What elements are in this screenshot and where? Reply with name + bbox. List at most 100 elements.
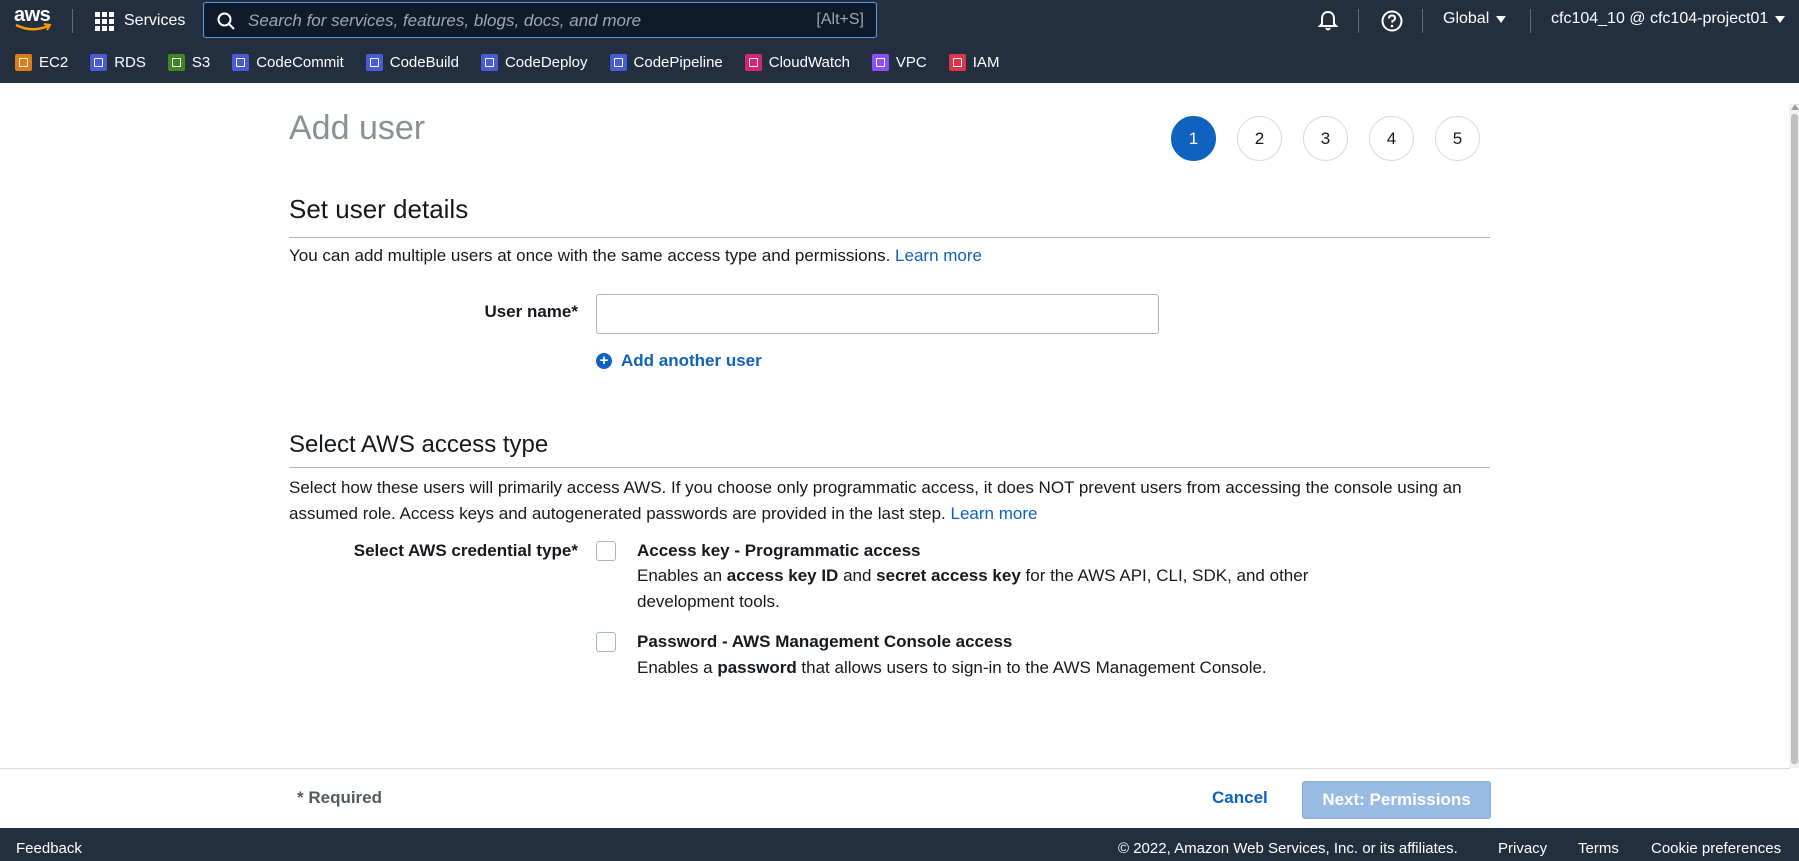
desc-bold: secret access key: [876, 566, 1021, 585]
aws-logo-text: aws: [14, 4, 51, 26]
required-note: * Required: [297, 788, 383, 807]
favorite-label: CodeBuild: [389, 53, 459, 71]
favorite-rds[interactable]: RDS: [90, 53, 146, 71]
desc-bold: access key ID: [726, 566, 839, 585]
description-text: You can add multiple users at once with …: [289, 246, 891, 265]
favorite-label: CodePipeline: [633, 53, 723, 71]
user-details-description: You can add multiple users at once with …: [289, 243, 982, 269]
access-type-description: Select how these users will primarily ac…: [289, 475, 1489, 527]
help-icon[interactable]: [1380, 9, 1404, 33]
username-input[interactable]: [596, 294, 1159, 334]
services-label: Services: [124, 12, 186, 29]
codepipeline-icon: [609, 53, 627, 71]
access-key-option-description: Enables an access key ID and secret acce…: [637, 563, 1317, 615]
favorite-ec2[interactable]: EC2: [15, 53, 69, 71]
favorite-vpc[interactable]: VPC: [871, 53, 927, 71]
aws-smile-icon: [15, 23, 52, 31]
console-footer: Feedback © 2022, Amazon Web Services, In…: [0, 828, 1799, 861]
cloudwatch-icon: [744, 53, 762, 71]
step-2[interactable]: 2: [1237, 116, 1282, 161]
section-heading-user-details: Set user details: [289, 194, 469, 224]
scroll-up-arrow-icon[interactable]: [1791, 104, 1799, 110]
add-another-user-button[interactable]: + Add another user: [596, 351, 762, 371]
terms-link[interactable]: Terms: [1578, 840, 1619, 857]
region-selector[interactable]: Global: [1443, 10, 1507, 28]
codebuild-icon: [365, 53, 383, 71]
codecommit-icon: [232, 53, 250, 71]
nav-divider: [1422, 9, 1423, 33]
favorite-label: RDS: [114, 53, 146, 71]
search-shortcut-hint: [Alt+S]: [816, 11, 864, 28]
favorite-label: CodeDeploy: [504, 53, 588, 71]
iam-icon: [948, 53, 966, 71]
region-label: Global: [1443, 10, 1490, 27]
favorite-codepipeline[interactable]: CodePipeline: [609, 53, 723, 71]
favorite-codecommit[interactable]: CodeCommit: [232, 53, 344, 71]
desc-bold: password: [717, 658, 797, 677]
credential-type-label: Select AWS credential type*: [353, 541, 578, 560]
favorites-bar: EC2 RDS S3 CodeCommit CodeBuild CodeDepl…: [0, 41, 1799, 83]
vpc-icon: [871, 53, 889, 71]
step-1[interactable]: 1: [1171, 116, 1216, 161]
rds-icon: [90, 53, 108, 71]
nav-divider: [1358, 9, 1359, 33]
favorite-codebuild[interactable]: CodeBuild: [365, 53, 459, 71]
cancel-button[interactable]: Cancel: [1212, 788, 1268, 808]
page-title: Add user: [289, 109, 426, 147]
feedback-link[interactable]: Feedback: [16, 840, 82, 857]
wizard-footer: * Required Cancel Next: Permissions: [0, 768, 1790, 828]
desc-text: and: [838, 566, 877, 585]
nav-divider: [72, 9, 73, 33]
nav-divider: [1530, 9, 1531, 33]
privacy-link[interactable]: Privacy: [1498, 840, 1547, 857]
page-scrollbar[interactable]: [1789, 104, 1799, 768]
account-label: cfc104_10 @ cfc104-project01: [1551, 10, 1769, 27]
services-menu-button[interactable]: Services: [95, 8, 185, 34]
caret-down-icon: [1496, 15, 1507, 23]
bell-icon[interactable]: [1316, 9, 1340, 33]
add-another-user-label: Add another user: [621, 351, 762, 370]
password-option-title: Password - AWS Management Console access: [637, 632, 1013, 651]
favorite-s3[interactable]: S3: [167, 53, 210, 71]
plus-circle-icon: +: [596, 353, 612, 369]
password-option-description: Enables a password that allows users to …: [637, 655, 1397, 681]
top-navigation: aws Services [Alt+S] Global cfc104_1: [0, 0, 1799, 41]
ec2-icon: [15, 53, 32, 71]
desc-text: that allows users to sign-in to the AWS …: [796, 658, 1267, 677]
favorite-iam[interactable]: IAM: [948, 53, 1000, 71]
description-text: Select how these users will primarily ac…: [289, 478, 1462, 523]
search-input[interactable]: [248, 9, 768, 33]
grid-icon: [95, 11, 114, 31]
username-label: User name*: [484, 302, 578, 321]
next-permissions-button[interactable]: Next: Permissions: [1302, 781, 1491, 819]
learn-more-link[interactable]: Learn more: [951, 504, 1038, 523]
access-key-checkbox[interactable]: [596, 541, 616, 561]
account-menu[interactable]: cfc104_10 @ cfc104-project01: [1551, 10, 1786, 28]
search-box[interactable]: [Alt+S]: [203, 2, 877, 38]
step-3[interactable]: 3: [1303, 116, 1348, 161]
scrollbar-thumb[interactable]: [1791, 114, 1798, 764]
password-checkbox[interactable]: [596, 632, 616, 652]
section-heading-access-type: Select AWS access type: [289, 431, 549, 458]
section-divider: [289, 237, 1490, 238]
search-icon: [217, 12, 235, 30]
s3-icon: [167, 53, 185, 71]
favorite-cloudwatch[interactable]: CloudWatch: [744, 53, 850, 71]
step-5[interactable]: 5: [1435, 116, 1480, 161]
favorite-codedeploy[interactable]: CodeDeploy: [480, 53, 588, 71]
favorite-label: VPC: [895, 53, 927, 71]
desc-text: Enables an: [637, 566, 727, 585]
caret-down-icon: [1775, 15, 1786, 23]
step-4[interactable]: 4: [1369, 116, 1414, 161]
favorite-label: EC2: [39, 53, 69, 71]
desc-text: Enables a: [637, 658, 718, 677]
wizard-steps: 1 2 3 4 5: [1171, 116, 1480, 161]
section-divider: [289, 467, 1490, 468]
cookie-preferences-link[interactable]: Cookie preferences: [1651, 840, 1781, 857]
aws-logo[interactable]: aws: [14, 4, 54, 36]
favorite-label: IAM: [972, 53, 1000, 71]
learn-more-link[interactable]: Learn more: [895, 246, 982, 265]
access-key-option-title: Access key - Programmatic access: [637, 541, 921, 560]
favorite-label: CloudWatch: [768, 53, 850, 71]
favorite-label: CodeCommit: [256, 53, 344, 71]
